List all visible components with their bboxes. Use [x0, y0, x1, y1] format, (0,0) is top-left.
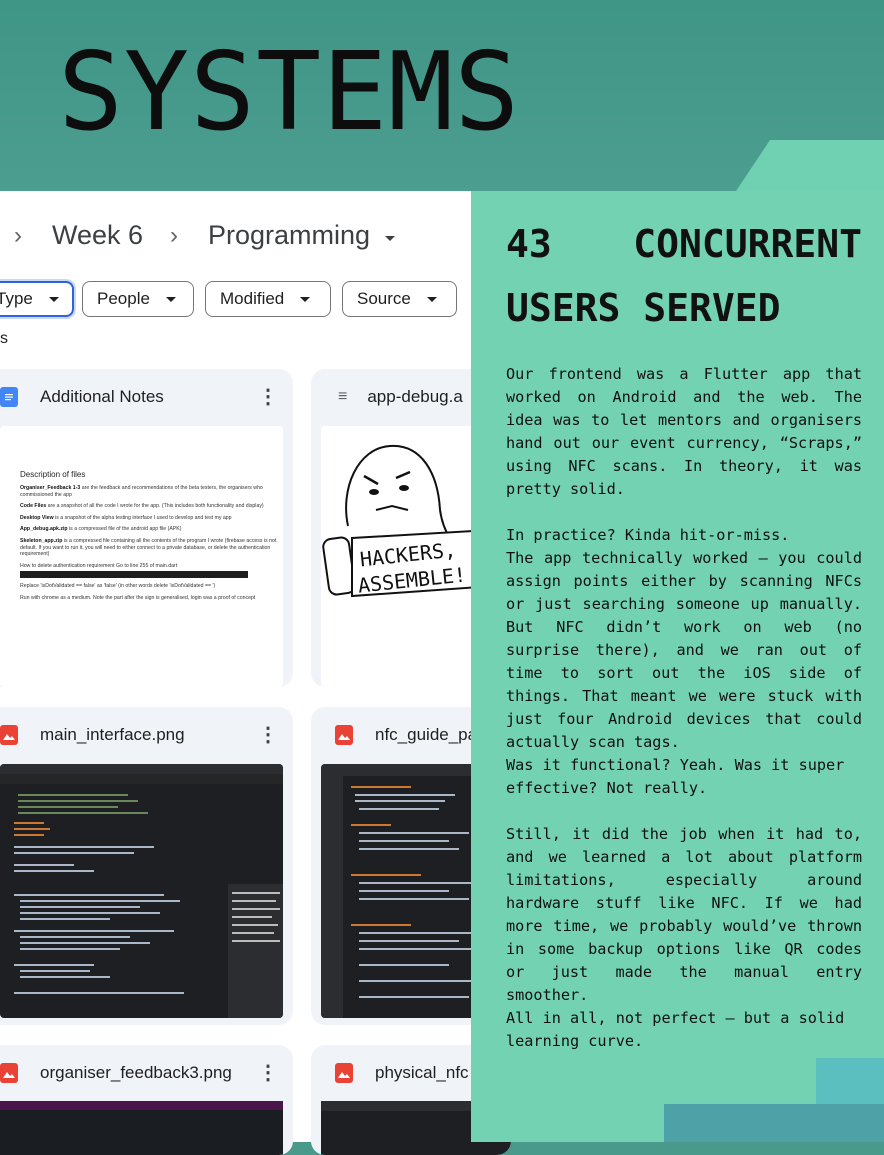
filter-label: Source: [357, 289, 411, 308]
breadcrumb-programming[interactable]: Programming: [208, 220, 370, 251]
doc-line: How to delete authentication requirement…: [20, 562, 178, 569]
image-icon: [0, 1063, 18, 1083]
file-card[interactable]: main_interface.png ⋮: [0, 707, 293, 1025]
article-heading: 43 CONCURRENT USERS SERVED: [506, 212, 862, 340]
chevron-right-icon: ›: [14, 222, 22, 249]
doc-line: Desktop View is a snapshot of the alpha …: [20, 514, 232, 521]
filter-label: Modified: [220, 289, 285, 308]
breadcrumb-week[interactable]: Week 6: [52, 220, 143, 251]
doc-line: Run with chrome as a medium. Note the pa…: [20, 594, 256, 601]
page-title: SYSTEMS: [58, 30, 521, 155]
more-options-icon[interactable]: ⋮: [258, 384, 278, 409]
doc-line: Code Files are a snapshot of all the cod…: [20, 503, 264, 510]
doc-line: Skeleton_app.zip is a compressed file co…: [20, 537, 277, 558]
image-icon: [0, 725, 18, 745]
chevron-down-icon: [426, 296, 437, 302]
more-options-icon[interactable]: ⋮: [258, 722, 278, 747]
article-body: Our frontend was a Flutter app that work…: [506, 363, 862, 1053]
zip-icon: ≡: [338, 388, 348, 405]
filter-people[interactable]: People: [82, 281, 194, 317]
ide-screenshot-preview: [0, 764, 283, 1018]
chevron-down-icon: [300, 296, 311, 302]
chevron-down-icon: [165, 296, 176, 302]
filter-label: Type: [0, 289, 33, 308]
paragraph: Was it functional? Yeah. Was it super ef…: [506, 756, 845, 797]
file-card[interactable]: organiser_feedback3.png ⋮: [0, 1045, 293, 1155]
filter-type[interactable]: Type: [0, 281, 74, 317]
image-icon: [335, 1063, 353, 1083]
chat-screenshot-preview: [0, 1101, 283, 1155]
file-card-header: Additional Notes: [0, 369, 293, 425]
chevron-down-icon[interactable]: [385, 236, 395, 241]
file-card-header: organiser_feedback3.png: [0, 1045, 293, 1101]
file-name: Additional Notes: [40, 387, 164, 406]
doc-line: Replace 'isDotValidated == false' as 'fa…: [20, 583, 216, 590]
more-options-icon[interactable]: ⋮: [258, 1060, 278, 1085]
file-name: organiser_feedback3.png: [40, 1063, 232, 1082]
heading-line-1: 43 CONCURRENT: [506, 222, 862, 266]
decorative-block: [664, 1104, 884, 1142]
doc-line: Organiser_Feedback 1-3 are the feedback …: [20, 485, 263, 498]
file-name: app-debug.a: [367, 387, 463, 406]
image-icon: [335, 725, 353, 745]
filter-label: People: [97, 289, 150, 308]
file-name: physical_nfc: [375, 1063, 469, 1082]
doc-line: App_debug.apk.zip is a compressed file o…: [20, 526, 182, 533]
chevron-down-icon: [48, 296, 59, 302]
paragraph: The app technically worked — you could a…: [506, 549, 862, 751]
file-name: main_interface.png: [40, 725, 185, 744]
doc-preview-title: Description of files: [20, 470, 86, 479]
paragraph: All in all, not perfect — but a solid le…: [506, 1009, 845, 1050]
filter-source[interactable]: Source: [342, 281, 457, 317]
chevron-right-icon: ›: [170, 222, 178, 249]
paragraph: Our frontend was a Flutter app that work…: [506, 365, 862, 498]
code-snippet-bar: [20, 571, 248, 579]
filter-modified[interactable]: Modified: [205, 281, 331, 317]
file-card-header: main_interface.png: [0, 707, 293, 763]
paragraph: Still, it did the job when it had to, an…: [506, 825, 862, 1004]
heading-line-2: USERS SERVED: [506, 286, 781, 330]
doc-preview-text: Description of files Organiser_Feedback …: [20, 470, 290, 607]
paragraph: In practice? Kinda hit-or-miss.: [506, 526, 790, 544]
section-label: s: [0, 330, 8, 347]
doc-icon: [0, 387, 18, 407]
file-name: nfc_guide_pa: [375, 725, 478, 744]
